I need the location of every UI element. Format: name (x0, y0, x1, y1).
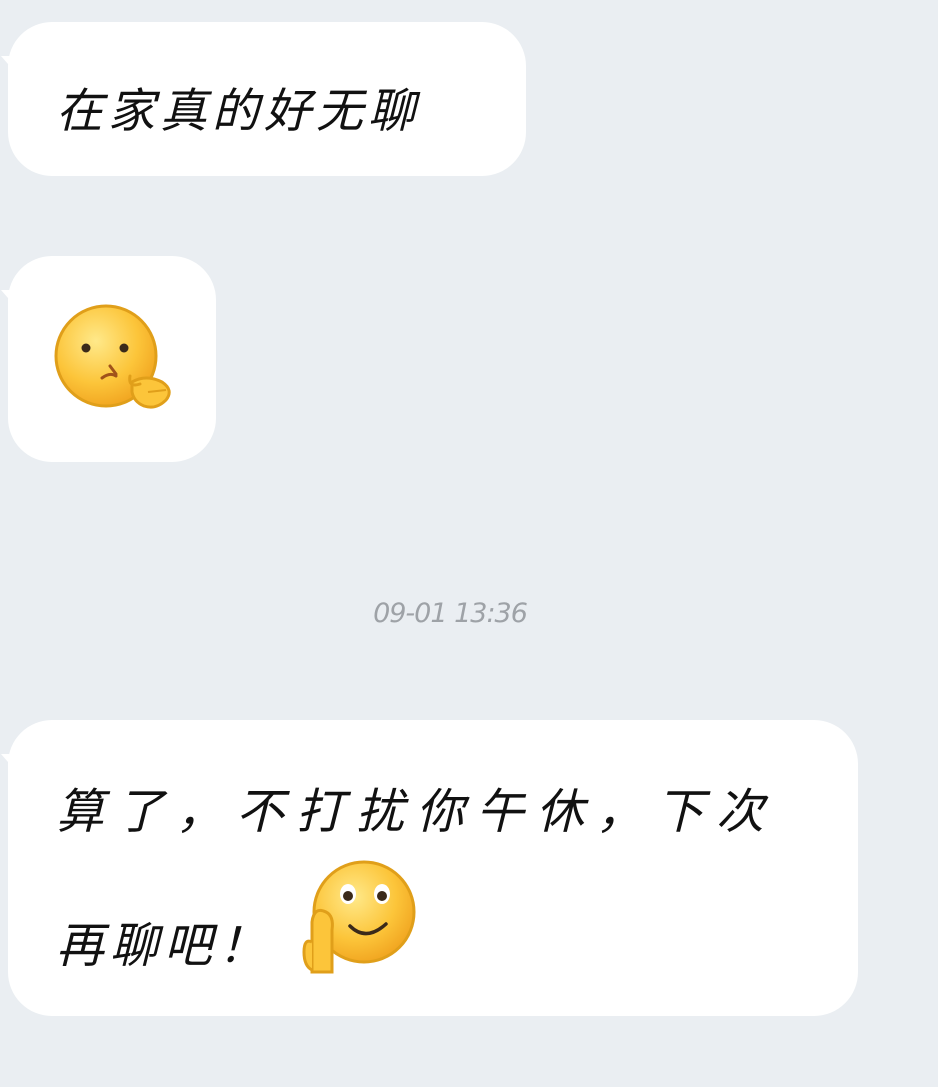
message-text-line-1: 算了，不打扰你午休，下次 (56, 784, 777, 840)
message-bubble-3[interactable]: 算了，不打扰你午休，下次 再聊吧！ (8, 720, 858, 1016)
timestamp: 09-01 13:36 (373, 598, 528, 629)
thinking-face-icon (54, 304, 171, 409)
message-bubble-2[interactable] (8, 256, 216, 462)
message-text-line-2: 再聊吧！ (56, 918, 273, 974)
shy-smile-face-icon (302, 860, 416, 974)
message-text: 在家真的好无聊 (56, 84, 420, 139)
message-bubble-1[interactable]: 在家真的好无聊 (8, 22, 526, 176)
